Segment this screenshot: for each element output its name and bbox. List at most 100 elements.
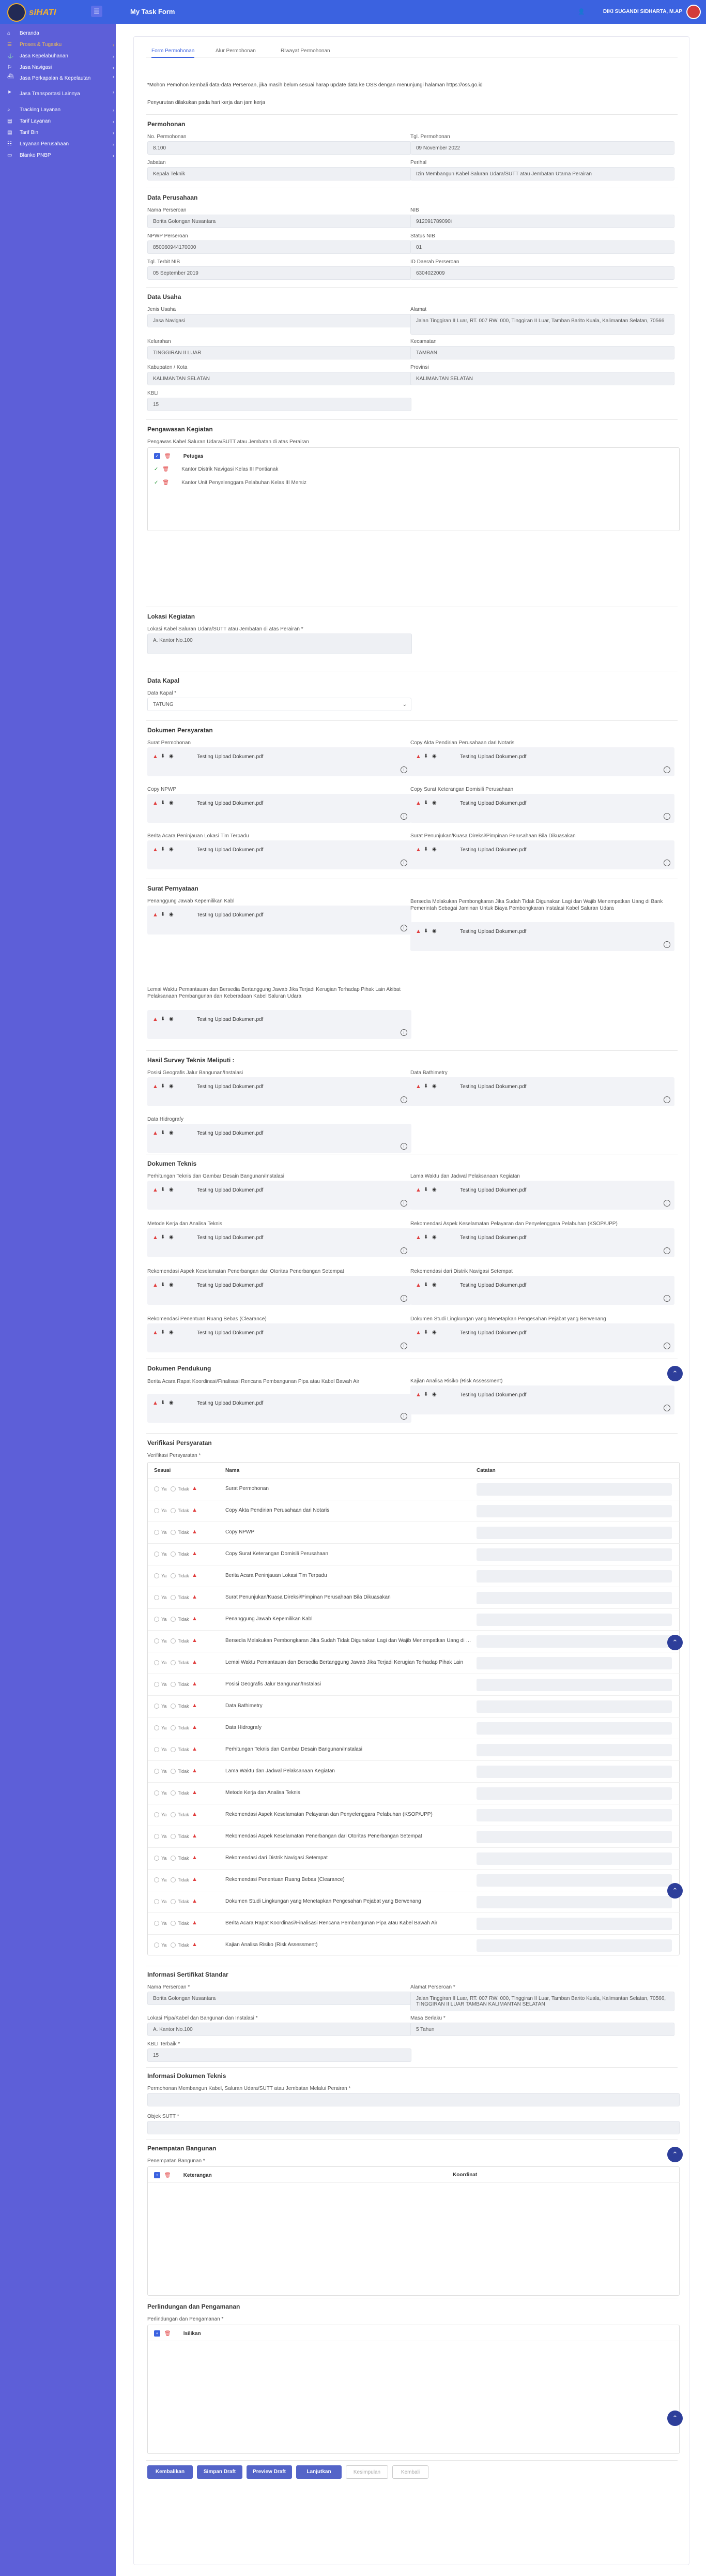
info-icon[interactable]: i: [401, 1029, 407, 1036]
radio-ya[interactable]: [154, 1530, 159, 1535]
action-button-3[interactable]: Lanjutkan: [296, 2465, 342, 2479]
select-all-checkbox[interactable]: ✓: [154, 453, 160, 460]
download-icon[interactable]: ⬇: [424, 754, 428, 759]
file-name[interactable]: Testing Upload Dokumen.pdf: [197, 912, 263, 918]
trash-icon[interactable]: 🗑: [164, 2331, 171, 2337]
info-icon[interactable]: i: [664, 1405, 670, 1411]
info-icon[interactable]: i: [664, 1096, 670, 1103]
radio-ya[interactable]: [154, 1790, 159, 1796]
radio-tidak[interactable]: [171, 1899, 176, 1904]
catatan-input[interactable]: [477, 1635, 672, 1648]
download-icon[interactable]: ⬇: [161, 1282, 165, 1288]
radio-ya[interactable]: [154, 1921, 159, 1926]
info-icon[interactable]: i: [401, 860, 407, 866]
file-name[interactable]: Testing Upload Dokumen.pdf: [197, 754, 263, 760]
sidebar-item-4[interactable]: ⛴ Jasa Perkapalan & Kepelautan ›: [0, 73, 116, 89]
radio-tidak[interactable]: [171, 1617, 176, 1622]
catatan-input[interactable]: [477, 1592, 672, 1604]
radio-ya[interactable]: [154, 1856, 159, 1861]
catatan-input[interactable]: [477, 1679, 672, 1691]
download-icon[interactable]: ⬇: [161, 1083, 165, 1089]
file-name[interactable]: Testing Upload Dokumen.pdf: [460, 754, 526, 760]
file-name[interactable]: Testing Upload Dokumen.pdf: [460, 1392, 526, 1398]
radio-tidak[interactable]: [171, 1790, 176, 1796]
info-icon[interactable]: i: [664, 1295, 670, 1302]
trash-icon[interactable]: 🗑: [162, 480, 169, 486]
catatan-input[interactable]: [477, 1505, 672, 1517]
download-icon[interactable]: ⬇: [161, 1187, 165, 1193]
file-name[interactable]: Testing Upload Dokumen.pdf: [197, 1283, 263, 1288]
scroll-top-button[interactable]: ⌃: [667, 1635, 683, 1650]
sidebar-item-7[interactable]: ▤ Tarif Layanan ›: [0, 116, 116, 127]
view-icon[interactable]: ◉: [169, 1400, 174, 1406]
scroll-top-button[interactable]: ⌃: [667, 1883, 683, 1899]
download-icon[interactable]: ⬇: [424, 1330, 428, 1335]
info-icon[interactable]: i: [664, 766, 670, 773]
catatan-input[interactable]: [477, 1700, 672, 1713]
check-icon[interactable]: ✓: [154, 466, 158, 472]
radio-tidak[interactable]: [171, 1942, 176, 1948]
download-icon[interactable]: ⬇: [161, 1234, 165, 1240]
action-button-2[interactable]: Preview Draft: [247, 2465, 292, 2479]
scroll-top-button[interactable]: ⌃: [667, 2411, 683, 2426]
radio-tidak[interactable]: [171, 1856, 176, 1861]
view-icon[interactable]: ◉: [432, 800, 437, 806]
view-icon[interactable]: ◉: [169, 847, 174, 852]
sidebar-item-5[interactable]: ➤ Jasa Transportasi Lainnya ›: [0, 89, 116, 104]
radio-ya[interactable]: [154, 1704, 159, 1709]
catatan-input[interactable]: [477, 1896, 672, 1908]
view-icon[interactable]: ◉: [169, 1016, 174, 1022]
radio-ya[interactable]: [154, 1834, 159, 1839]
catatan-input[interactable]: [477, 1918, 672, 1930]
action-button-4[interactable]: Kesimpulan: [346, 2465, 388, 2479]
download-icon[interactable]: ⬇: [424, 1392, 428, 1397]
catatan-input[interactable]: [477, 1614, 672, 1626]
file-name[interactable]: Testing Upload Dokumen.pdf: [197, 1084, 263, 1090]
info-icon[interactable]: i: [401, 1143, 407, 1150]
view-icon[interactable]: ◉: [432, 1392, 437, 1397]
file-name[interactable]: Testing Upload Dokumen.pdf: [197, 1400, 263, 1406]
view-icon[interactable]: ◉: [432, 754, 437, 759]
view-icon[interactable]: ◉: [169, 800, 174, 806]
download-icon[interactable]: ⬇: [161, 1130, 165, 1136]
view-icon[interactable]: ◉: [169, 1234, 174, 1240]
catatan-input[interactable]: [477, 1787, 672, 1800]
view-icon[interactable]: ◉: [169, 1130, 174, 1136]
radio-tidak[interactable]: [171, 1704, 176, 1709]
info-teknis-input-2[interactable]: [147, 2121, 680, 2134]
radio-tidak[interactable]: [171, 1660, 176, 1665]
view-icon[interactable]: ◉: [432, 928, 437, 934]
action-button-5[interactable]: Kembali: [392, 2465, 428, 2479]
view-icon[interactable]: ◉: [169, 1330, 174, 1335]
trash-icon[interactable]: 🗑: [162, 466, 169, 472]
sidebar-item-9[interactable]: ☷ Layanan Perusahaan ›: [0, 139, 116, 150]
view-icon[interactable]: ◉: [432, 1234, 437, 1240]
view-icon[interactable]: ◉: [169, 1083, 174, 1089]
file-name[interactable]: Testing Upload Dokumen.pdf: [197, 1235, 263, 1241]
view-icon[interactable]: ◉: [432, 1083, 437, 1089]
radio-ya[interactable]: [154, 1573, 159, 1578]
trash-icon[interactable]: 🗑: [164, 454, 171, 459]
info-icon[interactable]: i: [401, 813, 407, 820]
radio-tidak[interactable]: [171, 1747, 176, 1752]
file-name[interactable]: Testing Upload Dokumen.pdf: [460, 847, 526, 853]
radio-ya[interactable]: [154, 1660, 159, 1665]
add-row-checkbox[interactable]: +: [154, 2172, 160, 2179]
info-icon[interactable]: i: [401, 1343, 407, 1349]
file-name[interactable]: Testing Upload Dokumen.pdf: [460, 929, 526, 935]
sidebar-item-10[interactable]: ▭ Blanko PNBP ›: [0, 150, 116, 161]
catatan-input[interactable]: [477, 1483, 672, 1496]
file-name[interactable]: Testing Upload Dokumen.pdf: [460, 1084, 526, 1090]
radio-ya[interactable]: [154, 1747, 159, 1752]
info-icon[interactable]: i: [401, 1200, 407, 1207]
radio-ya[interactable]: [154, 1595, 159, 1600]
view-icon[interactable]: ◉: [432, 1187, 437, 1193]
file-name[interactable]: Testing Upload Dokumen.pdf: [460, 1187, 526, 1193]
view-icon[interactable]: ◉: [169, 912, 174, 917]
download-icon[interactable]: ⬇: [424, 800, 428, 806]
catatan-input[interactable]: [477, 1570, 672, 1583]
info-icon[interactable]: i: [664, 1247, 670, 1254]
catatan-input[interactable]: [477, 1722, 672, 1735]
info-icon[interactable]: i: [664, 1200, 670, 1207]
radio-tidak[interactable]: [171, 1486, 176, 1492]
